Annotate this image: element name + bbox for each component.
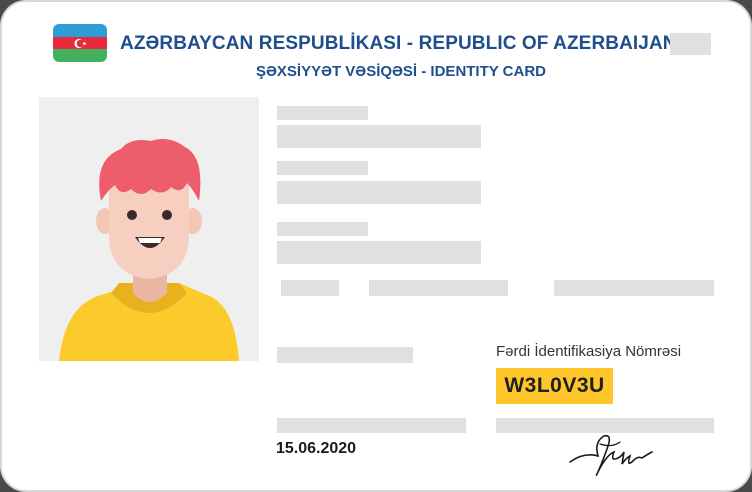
card-title: AZƏRBAYCAN RESPUBLİKASI - REPUBLIC OF AZ… <box>120 33 677 54</box>
issue-date: 15.06.2020 <box>276 440 357 457</box>
person-avatar-illustration <box>59 139 239 361</box>
redacted-value <box>281 280 339 296</box>
identity-card: AZƏRBAYCAN RESPUBLİKASI - REPUBLIC OF AZ… <box>0 0 752 492</box>
redacted-label <box>277 161 368 175</box>
redacted-value <box>277 418 466 433</box>
redacted-value <box>277 241 481 264</box>
fin-value: W3L0V3U <box>496 368 613 404</box>
holder-photo <box>39 97 259 361</box>
redacted-field <box>670 33 711 55</box>
fin-label: Fərdi İdentifikasiya Nömrəsi <box>496 343 682 360</box>
redacted-value <box>277 125 481 148</box>
redacted-value <box>369 280 508 296</box>
redacted-label <box>277 222 368 236</box>
redacted-label <box>277 106 368 120</box>
card-subtitle: ŞƏXSİYYƏT VƏSİQƏSİ - IDENTITY CARD <box>256 63 546 80</box>
redacted-value <box>277 181 481 204</box>
handwritten-signature <box>569 434 653 476</box>
redacted-value <box>554 280 714 296</box>
redacted-value <box>277 347 413 363</box>
azerbaijan-flag-icon <box>53 24 107 62</box>
